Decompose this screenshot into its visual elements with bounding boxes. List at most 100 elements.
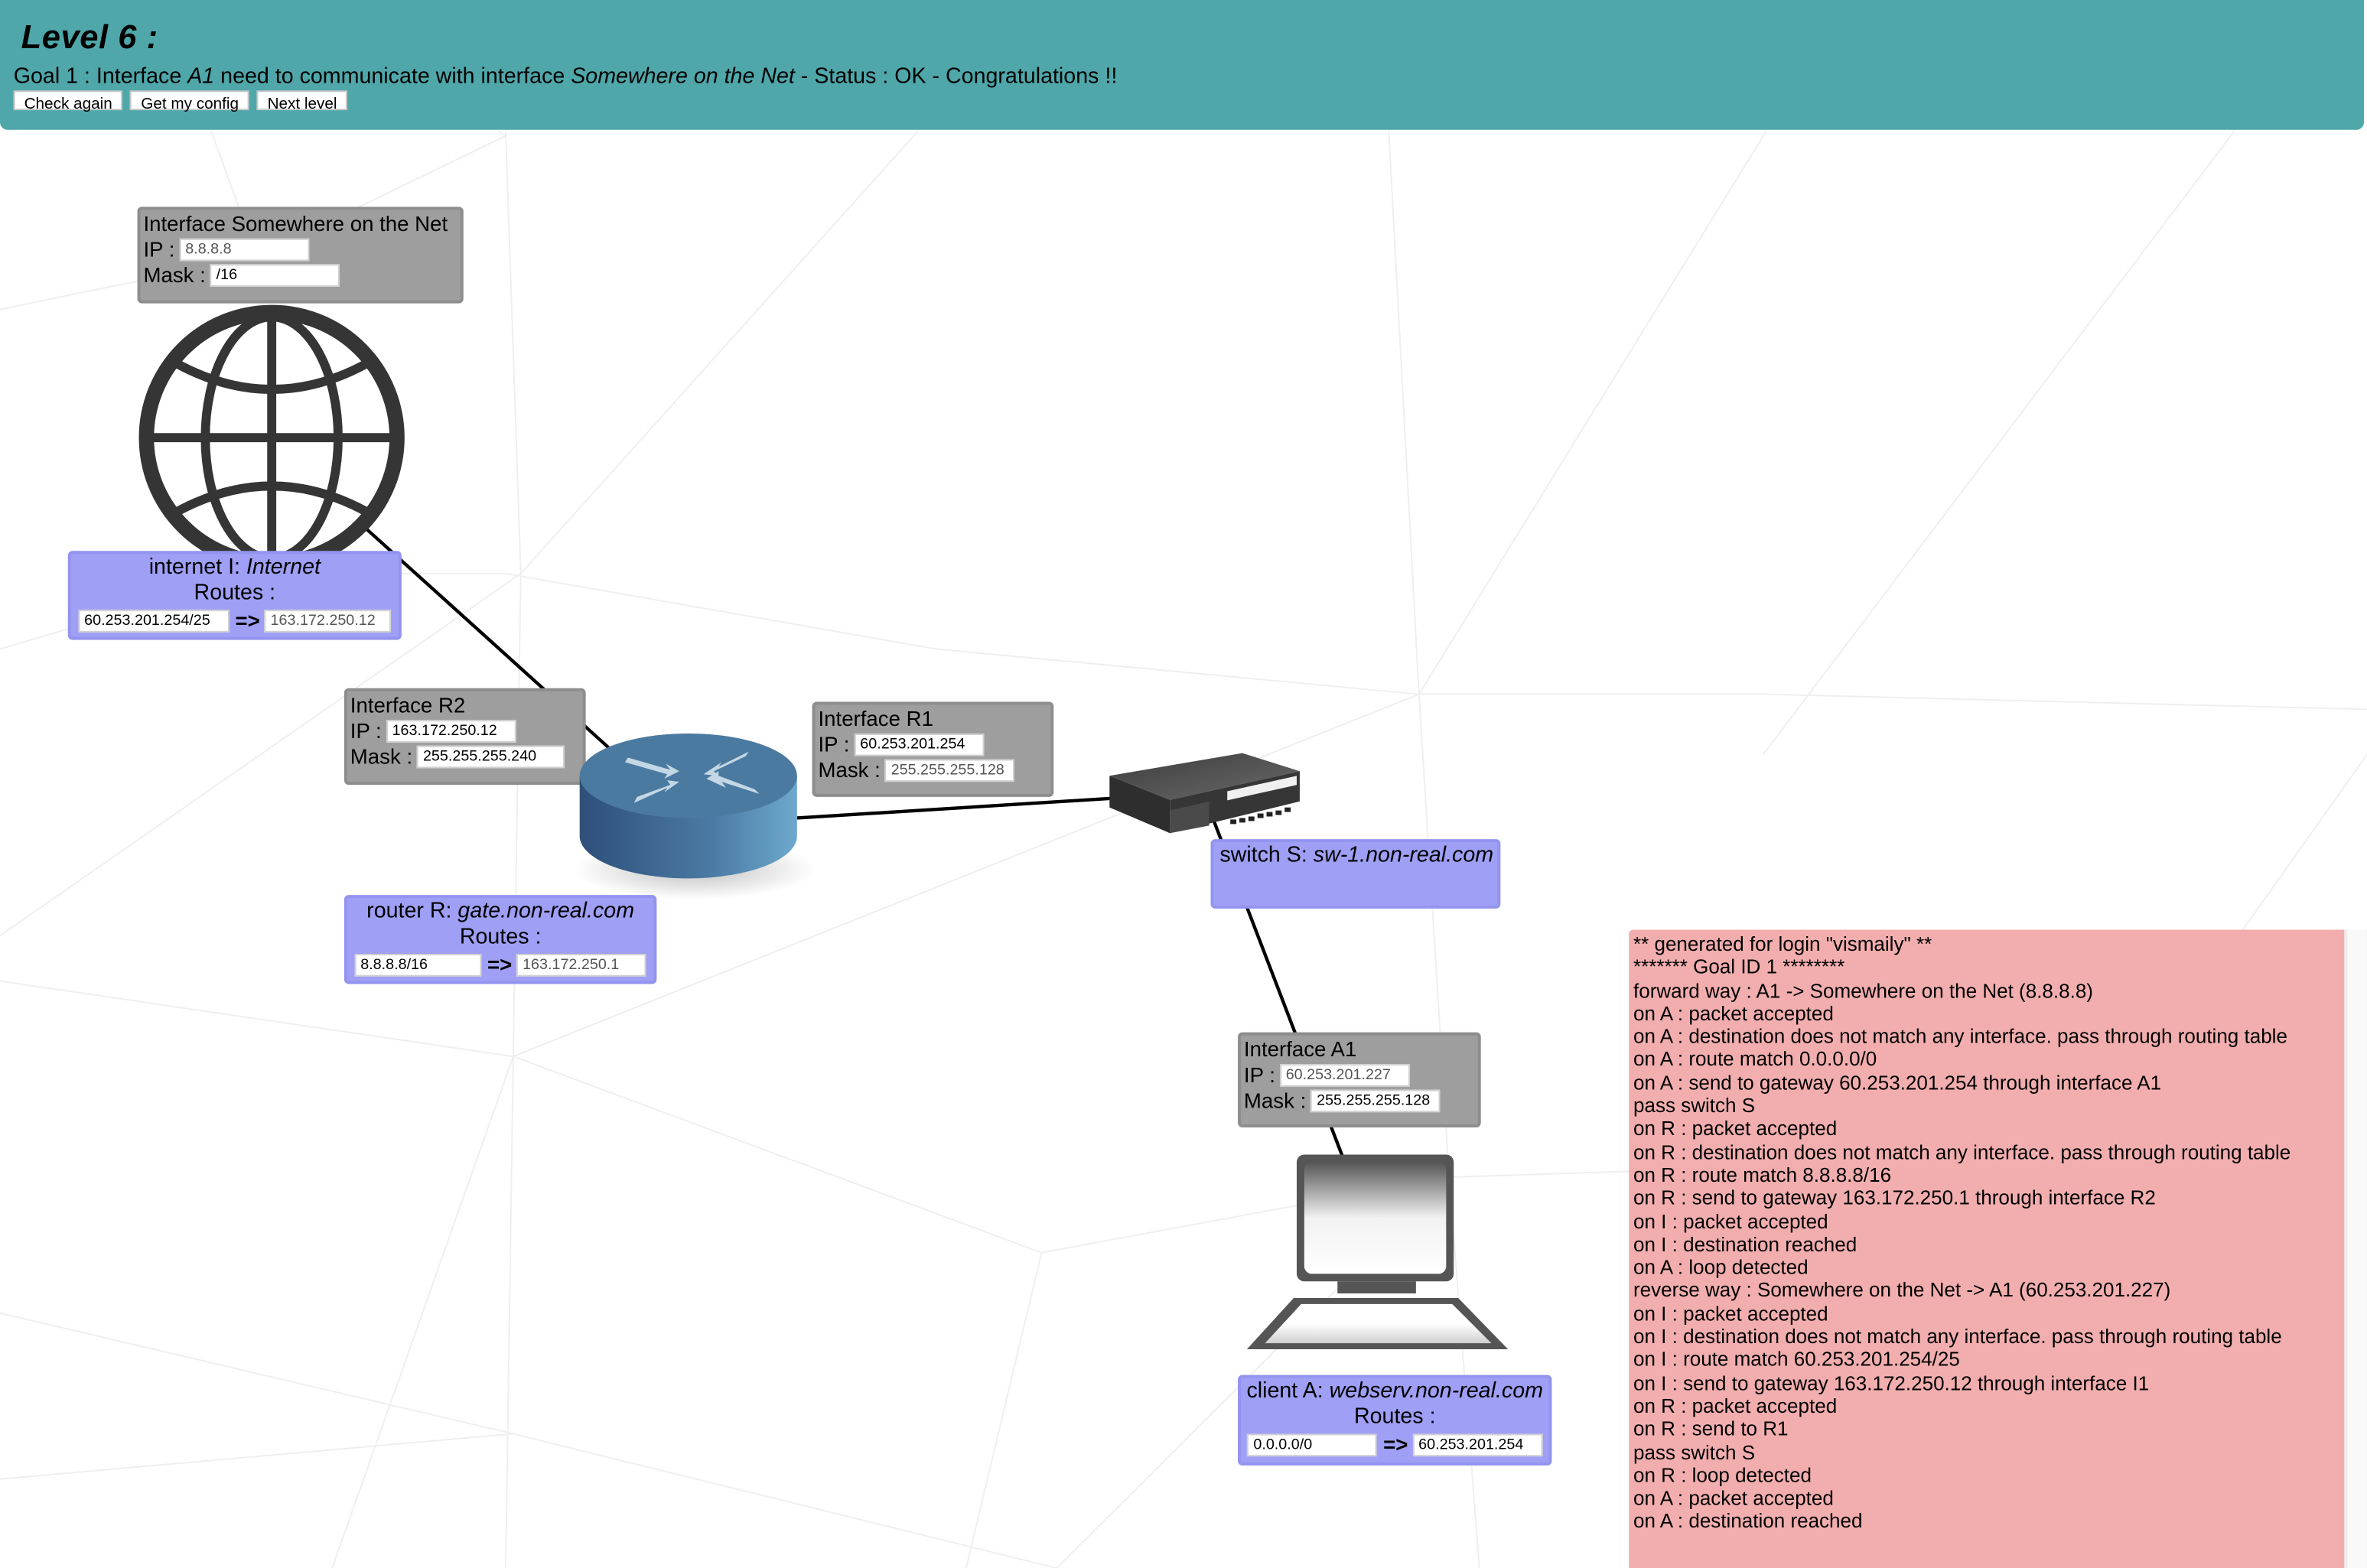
route-destination-input[interactable] — [1247, 1433, 1378, 1457]
ip-input[interactable] — [854, 732, 985, 756]
goal-middle: need to communicate with interface — [214, 64, 571, 89]
next-level-button[interactable]: Next level — [256, 90, 348, 113]
computer-icon — [1246, 1154, 1509, 1350]
log-line: ******* Goal ID 1 ******** — [1633, 955, 1845, 979]
node-title: client A: webserv.non-real.com — [1241, 1380, 1549, 1406]
mask-label: Mask : — [1243, 1088, 1307, 1113]
log-line: pass switch S — [1633, 1440, 1756, 1464]
log-line: on I : destination reached — [1633, 1232, 1857, 1256]
ip-input[interactable] — [386, 719, 516, 742]
log-line: on R : send to gateway 163.172.250.1 thr… — [1633, 1186, 2156, 1210]
header-toolbar: Check again Get my config Next level — [13, 90, 348, 113]
log-line: reverse way : Somewhere on the Net -> A1… — [1633, 1279, 2171, 1302]
router-icon — [573, 733, 816, 900]
log-line: on R : route match 8.8.8.8/16 — [1633, 1163, 1892, 1186]
mask-input[interactable] — [417, 744, 565, 768]
level-title: Level 6 : — [21, 18, 158, 57]
log-line: on I : send to gateway 163.172.250.12 th… — [1633, 1371, 2150, 1394]
log-line: on I : packet accepted — [1633, 1209, 1828, 1233]
route-row: => — [347, 952, 654, 978]
level-header: Level 6 : Goal 1 : Interface A1 need to … — [0, 0, 2365, 130]
goal-status: Goal 1 : Interface A1 need to communicat… — [14, 65, 1118, 89]
interface-r1: Interface R1 IP : Mask : — [812, 701, 1054, 797]
goal-prefix: Goal 1 : Interface — [13, 64, 188, 89]
node-title: router R: gate.non-real.com — [347, 899, 654, 926]
log-line: on R : send to R1 — [1633, 1417, 1789, 1440]
goal-target-interface: Somewhere on the Net — [571, 64, 795, 89]
node-client: client A: webserv.non-real.com Routes : … — [1238, 1374, 1552, 1466]
node-kind: client A: — [1246, 1379, 1330, 1404]
route-destination-input[interactable] — [354, 954, 482, 977]
network-switch-icon — [1109, 753, 1300, 834]
log-line: on A : loop detected — [1633, 1256, 1809, 1279]
log-line: on R : loop detected — [1633, 1463, 1812, 1487]
interface-somewhere-on-the-net: Interface Somewhere on the Net IP : Mask… — [137, 207, 464, 304]
log-line: on R : packet accepted — [1633, 1117, 1838, 1140]
route-arrow: => — [235, 608, 260, 633]
ip-label: IP : — [350, 718, 382, 743]
route-gateway-input[interactable] — [516, 954, 646, 977]
mask-label: Mask : — [818, 757, 881, 782]
globe-icon — [138, 304, 405, 562]
route-gateway-input[interactable] — [264, 610, 392, 633]
mask-input[interactable] — [884, 758, 1015, 782]
log-line: on R : packet accepted — [1633, 1394, 1838, 1417]
ip-label: IP : — [818, 732, 850, 756]
goal-status-text: - Status : OK - Congratulations !! — [794, 64, 1118, 89]
log-line: on A : route match 0.0.0.0/0 — [1633, 1048, 1877, 1071]
check-again-button[interactable]: Check again — [13, 90, 123, 113]
ip-label: IP : — [143, 236, 175, 262]
node-title: switch S: sw-1.non-real.com — [1213, 844, 1497, 870]
node-title: internet I: Internet — [71, 555, 399, 581]
node-internet: internet I: Internet Routes : => — [67, 551, 402, 640]
link-router-switch — [796, 796, 1112, 820]
route-row: => — [1241, 1433, 1549, 1459]
node-name: webserv.non-real.com — [1329, 1379, 1543, 1404]
interface-title: Interface A1 — [1243, 1036, 1357, 1062]
log-line: on A : packet accepted — [1633, 1486, 1834, 1510]
node-switch: switch S: sw-1.non-real.com — [1210, 839, 1501, 909]
route-destination-input[interactable] — [78, 610, 230, 633]
ip-input[interactable] — [1279, 1063, 1410, 1086]
mask-input[interactable] — [210, 263, 340, 286]
node-kind: switch S: — [1219, 844, 1314, 868]
trace-log-panel: ** generated for login "vismaily" ** ****… — [1629, 929, 2367, 1568]
node-kind: internet I: — [148, 555, 246, 580]
ip-input[interactable] — [179, 237, 310, 261]
log-line: on A : send to gateway 60.253.201.254 th… — [1633, 1071, 2162, 1095]
log-line: on R : destination does not match any in… — [1633, 1140, 2291, 1163]
log-line: on I : route match 60.253.201.254/25 — [1633, 1348, 1960, 1371]
log-line: pass switch S — [1633, 1094, 1756, 1117]
network-level-page: Level 6 : Goal 1 : Interface A1 need to … — [0, 0, 2367, 1568]
interface-r2: Interface R2 IP : Mask : — [343, 688, 586, 786]
log-line: forward way : A1 -> Somewhere on the Net… — [1633, 978, 2093, 1002]
ip-label: IP : — [1243, 1062, 1275, 1087]
route-row: => — [71, 608, 399, 634]
log-line: on A : destination reached — [1633, 1510, 1863, 1533]
mask-input[interactable] — [1310, 1088, 1441, 1112]
node-name: Internet — [246, 555, 321, 580]
mask-label: Mask : — [143, 262, 206, 287]
route-gateway-input[interactable] — [1412, 1433, 1542, 1457]
log-line: on A : destination does not match any in… — [1633, 1025, 2287, 1048]
goal-source-interface: A1 — [187, 64, 215, 89]
log-line: on I : destination does not match any in… — [1633, 1325, 2282, 1348]
log-line: on I : packet accepted — [1633, 1302, 1828, 1325]
mask-label: Mask : — [350, 743, 413, 769]
routes-label: Routes : — [194, 581, 276, 606]
routes-label: Routes : — [1353, 1405, 1436, 1430]
interface-title: Interface R2 — [350, 692, 466, 717]
node-router: router R: gate.non-real.com Routes : => — [343, 895, 657, 984]
get-my-config-button[interactable]: Get my config — [130, 90, 249, 113]
routes-label: Routes : — [459, 925, 542, 950]
route-arrow: => — [1383, 1432, 1408, 1457]
log-line: ** generated for login "vismaily" ** — [1633, 932, 1932, 956]
log-scrollbar[interactable] — [2344, 929, 2367, 1568]
interface-title: Interface R1 — [818, 706, 933, 731]
node-kind: router R: — [366, 899, 458, 924]
interface-a1: Interface A1 IP : Mask : — [1238, 1032, 1481, 1127]
route-arrow: => — [487, 952, 513, 977]
node-name: sw-1.non-real.com — [1313, 844, 1494, 868]
log-line: on A : packet accepted — [1633, 1001, 1834, 1025]
interface-title: Interface Somewhere on the Net — [143, 211, 448, 236]
